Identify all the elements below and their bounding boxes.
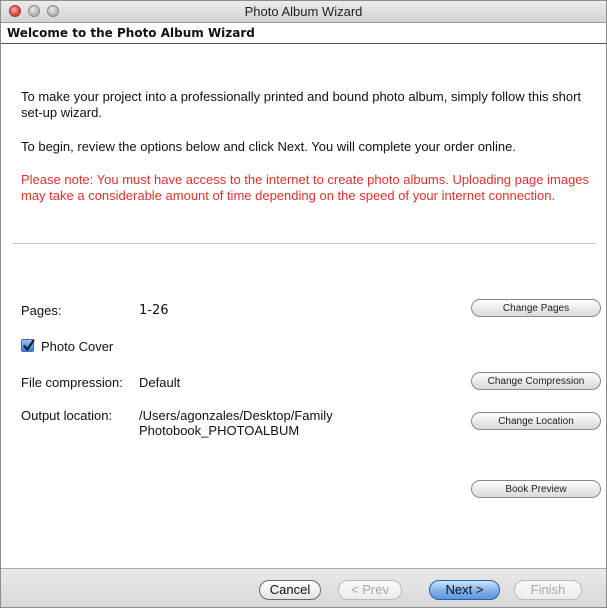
photo-cover-label[interactable]: Photo Cover: [41, 339, 113, 354]
compression-label: File compression:: [21, 375, 123, 390]
pages-label: Pages:: [21, 303, 62, 318]
title-bar[interactable]: Photo Album Wizard: [1, 1, 606, 23]
compression-value: Default: [139, 375, 181, 390]
intro-paragraph: To make your project into a professional…: [21, 89, 582, 120]
prev-button[interactable]: < Prev: [338, 580, 402, 600]
wizard-footer: Cancel < Prev Next > Finish: [1, 568, 606, 607]
change-location-button[interactable]: Change Location: [471, 412, 601, 430]
wizard-window: Photo Album Wizard Welcome to the Photo …: [0, 0, 607, 608]
book-preview-button[interactable]: Book Preview: [471, 480, 601, 498]
change-compression-button[interactable]: Change Compression: [471, 372, 601, 390]
pages-value: 1-26: [139, 303, 169, 318]
cancel-button[interactable]: Cancel: [259, 580, 321, 600]
instructions-paragraph: To begin, review the options below and c…: [21, 139, 516, 154]
window-title: Photo Album Wizard: [244, 4, 363, 19]
wizard-header: Welcome to the Photo Album Wizard: [1, 23, 606, 44]
output-location-path-line1: /Users/agonzales/Desktop/Family: [139, 408, 333, 423]
next-button[interactable]: Next >: [429, 580, 500, 600]
internet-note: Please note: You must have access to the…: [21, 172, 590, 203]
section-divider: [13, 243, 596, 244]
wizard-heading: Welcome to the Photo Album Wizard: [7, 26, 255, 40]
output-location-path-line2: Photobook_PHOTOALBUM: [139, 423, 300, 438]
photo-cover-checkbox[interactable]: [21, 339, 35, 352]
output-location-label: Output location:: [21, 408, 113, 423]
change-pages-button[interactable]: Change Pages: [471, 299, 601, 317]
checkmark-icon: [23, 339, 35, 351]
finish-button[interactable]: Finish: [514, 580, 582, 600]
